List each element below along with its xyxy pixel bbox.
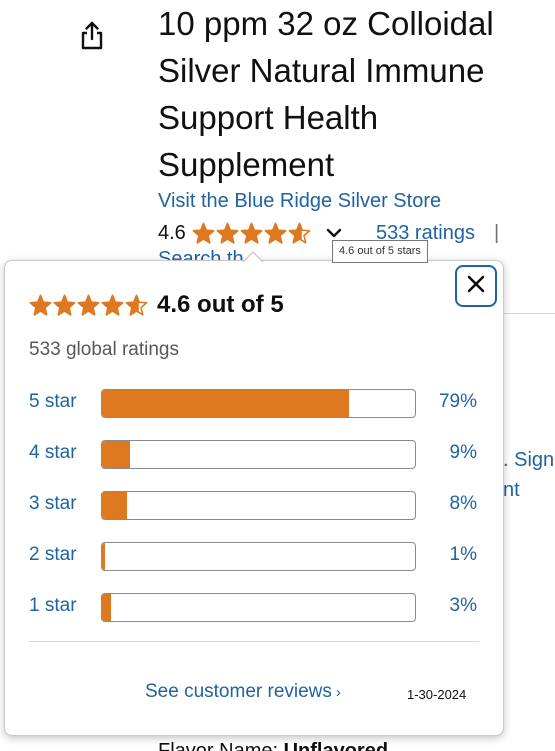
histogram-bar-fill xyxy=(102,441,131,468)
rating-summary[interactable]: 4.6 xyxy=(158,220,342,246)
background-divider xyxy=(503,313,555,314)
star-icon xyxy=(192,222,215,244)
date-stamp: 1-30-2024 xyxy=(407,687,467,702)
histogram-row-1-star[interactable]: 1 star 3% xyxy=(29,593,489,623)
histogram-bar[interactable] xyxy=(101,491,416,520)
popover-arrow-fill xyxy=(243,253,263,263)
histogram-label[interactable]: 5 star xyxy=(29,391,77,413)
histogram-label[interactable]: 1 star xyxy=(29,595,77,617)
product-page: 10 ppm 32 oz Colloidal Silver Natural Im… xyxy=(0,0,555,751)
see-customer-reviews-link[interactable]: See customer reviews › xyxy=(145,681,341,703)
histogram-bar[interactable] xyxy=(101,593,416,622)
popover-divider xyxy=(29,641,479,642)
see-reviews-label[interactable]: See customer reviews xyxy=(145,681,332,702)
store-link[interactable]: Visit the Blue Ridge Silver Store xyxy=(158,190,441,213)
flavor-label: Flavor Name: xyxy=(158,740,279,751)
share-icon[interactable] xyxy=(78,20,106,52)
rating-value: 4.6 xyxy=(158,221,186,244)
star-icon xyxy=(288,222,311,244)
flavor-name: Flavor Name: Unflavored xyxy=(158,738,388,751)
histogram-bar[interactable] xyxy=(101,542,416,571)
separator: | xyxy=(494,222,500,244)
background-side-text: nt xyxy=(503,479,520,501)
histogram-row-4-star[interactable]: 4 star 9% xyxy=(29,440,489,470)
histogram-bar-fill xyxy=(102,492,128,519)
close-icon xyxy=(466,274,486,299)
star-icon xyxy=(240,222,263,244)
star-icon xyxy=(101,294,124,316)
star-icon xyxy=(264,222,287,244)
chevron-right-icon: › xyxy=(335,684,341,701)
histogram-bar-fill xyxy=(102,543,106,570)
popover-rating-summary: 4.6 out of 5 xyxy=(29,291,284,319)
background-sign-in-link[interactable]: . Sign xyxy=(503,447,554,473)
histogram-row-5-star[interactable]: 5 star 79% xyxy=(29,389,489,419)
histogram-bar[interactable] xyxy=(101,389,416,418)
histogram-percent[interactable]: 79% xyxy=(439,391,477,413)
histogram-percent[interactable]: 1% xyxy=(450,544,477,566)
histogram-percent[interactable]: 9% xyxy=(450,442,477,464)
star-icon xyxy=(77,294,100,316)
histogram-bar[interactable] xyxy=(101,440,416,469)
close-button[interactable] xyxy=(455,265,497,307)
ratings-popover: 4.6 out of 5 533 global ratings 5 star 7… xyxy=(4,260,504,736)
histogram-percent[interactable]: 8% xyxy=(450,493,477,515)
global-ratings-count: 533 global ratings xyxy=(29,339,179,360)
star-icon xyxy=(53,294,76,316)
histogram-row-3-star[interactable]: 3 star 8% xyxy=(29,491,489,521)
star-icon xyxy=(29,294,52,316)
popover-star-rating xyxy=(29,294,149,317)
histogram-label[interactable]: 3 star xyxy=(29,493,77,515)
histogram-bar-fill xyxy=(102,390,350,417)
histogram-label[interactable]: 4 star xyxy=(29,442,77,464)
flavor-value: Unflavored xyxy=(283,740,389,751)
histogram-row-2-star[interactable]: 2 star 1% xyxy=(29,542,489,572)
star-icon xyxy=(216,222,239,244)
popover-rating-text: 4.6 out of 5 xyxy=(157,291,284,318)
stars-tooltip: 4.6 out of 5 stars xyxy=(332,240,428,263)
product-title: 10 ppm 32 oz Colloidal Silver Natural Im… xyxy=(158,5,494,183)
histogram-label[interactable]: 2 star xyxy=(29,544,77,566)
histogram-bar-fill xyxy=(102,594,112,621)
histogram-percent[interactable]: 3% xyxy=(450,595,477,617)
star-icon xyxy=(125,294,148,316)
star-rating[interactable] xyxy=(192,222,312,245)
